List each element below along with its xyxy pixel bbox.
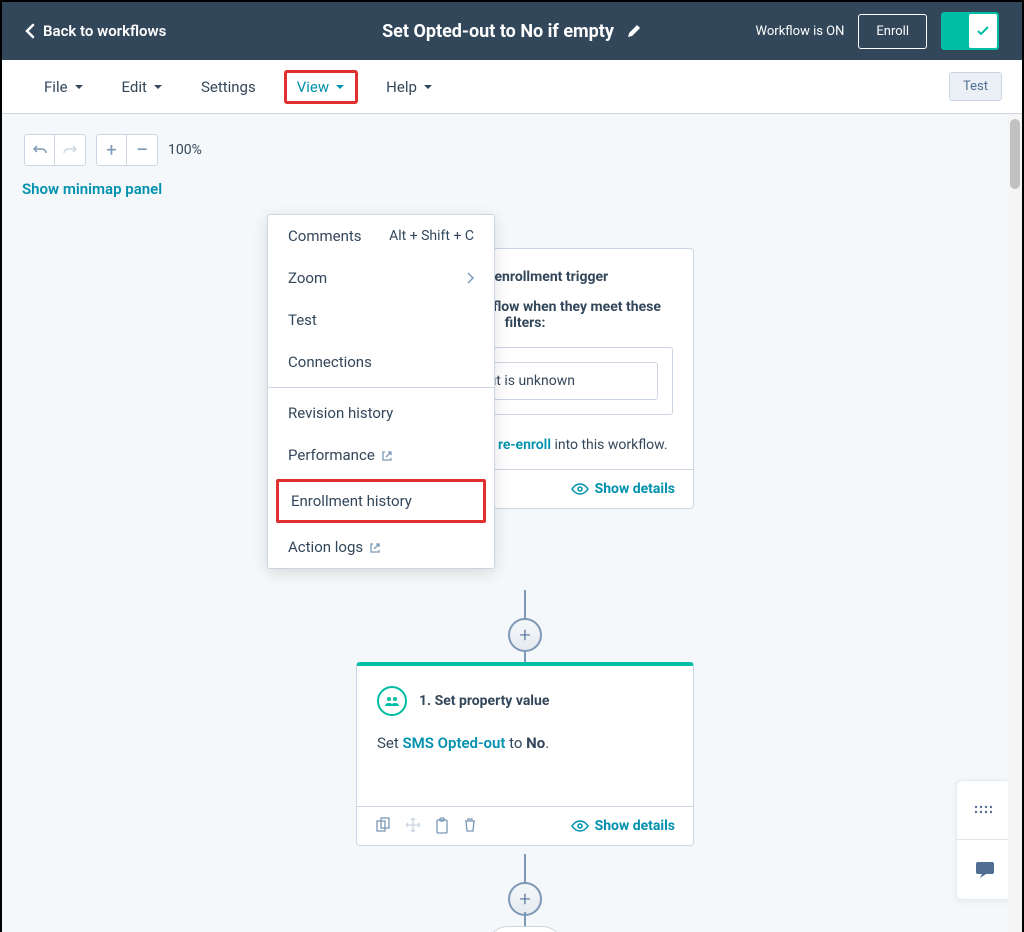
dropdown-comments[interactable]: Comments Alt + Shift + C [268, 215, 494, 257]
menu-settings-label: Settings [201, 78, 256, 96]
connector-line [524, 590, 526, 620]
canvas-toolbar: + − 100% [24, 134, 202, 166]
dropdown-comments-label: Comments [288, 227, 362, 245]
dropdown-enrollment-label: Enrollment history [291, 492, 412, 510]
view-dropdown: Comments Alt + Shift + C Zoom Test Connec… [267, 214, 495, 569]
external-link-icon [381, 450, 393, 462]
workflow-status: Workflow is ON [756, 24, 845, 39]
workflow-canvas[interactable]: + − 100% Show minimap panel Comments Alt … [2, 114, 1022, 932]
connector-line [524, 912, 526, 926]
chevron-down-icon [423, 84, 433, 90]
undo-icon [33, 143, 47, 157]
dropdown-test[interactable]: Test [268, 299, 494, 341]
header-right: Workflow is ON Enroll [756, 12, 999, 50]
add-step-button[interactable]: + [508, 882, 542, 916]
dropdown-zoom-label: Zoom [288, 269, 327, 287]
dropdown-performance-label: Performance [288, 446, 375, 464]
chevron-down-icon [153, 84, 163, 90]
chevron-down-icon [335, 84, 345, 90]
workflow-title[interactable]: Set Opted-out to No if empty [382, 21, 614, 42]
end-node: END [486, 926, 564, 932]
trash-icon[interactable] [463, 817, 477, 833]
zoom-level: 100% [168, 142, 202, 158]
dropdown-zoom[interactable]: Zoom [268, 257, 494, 299]
dropdown-comments-shortcut: Alt + Shift + C [389, 228, 474, 244]
add-step-button[interactable]: + [508, 618, 542, 652]
dropdown-divider [268, 387, 494, 388]
top-header: Back to workflows Set Opted-out to No if… [2, 2, 1022, 60]
contacts-icon [377, 686, 407, 716]
zoom-in-button[interactable]: + [97, 135, 127, 165]
dropdown-action-logs-label: Action logs [288, 538, 363, 556]
trigger-show-details-label: Show details [595, 481, 675, 497]
trigger-show-details[interactable]: Show details [571, 481, 675, 497]
menu-view-label: View [297, 78, 329, 96]
eye-icon [571, 483, 589, 495]
property-value: No [526, 734, 545, 752]
dropdown-connections[interactable]: Connections [268, 341, 494, 383]
reenroll-link[interactable]: re-enroll [498, 437, 551, 453]
chevron-right-icon [467, 272, 474, 284]
menu-help-label: Help [386, 78, 417, 96]
test-button[interactable]: Test [949, 72, 1002, 101]
dropdown-action-logs[interactable]: Action logs [268, 526, 494, 568]
property-link[interactable]: SMS Opted-out [403, 734, 506, 752]
scrollbar-thumb[interactable] [1010, 119, 1020, 189]
vertical-scrollbar[interactable] [1008, 114, 1022, 932]
chevron-left-icon [25, 23, 35, 39]
external-link-icon [369, 542, 381, 554]
comment-icon [975, 861, 995, 879]
menu-file[interactable]: File [34, 71, 94, 103]
dropdown-revision-label: Revision history [288, 404, 393, 422]
back-to-workflows-button[interactable]: Back to workflows [25, 22, 166, 40]
comment-fab[interactable] [956, 840, 1014, 900]
dropdown-connections-label: Connections [288, 353, 372, 371]
show-minimap-link[interactable]: Show minimap panel [22, 180, 162, 198]
dropdown-enrollment-history[interactable]: Enrollment history [276, 479, 486, 523]
keyboard-fab[interactable] [956, 780, 1014, 840]
copy-icon[interactable] [375, 817, 391, 833]
zoom-out-button[interactable]: − [127, 135, 157, 165]
menu-edit[interactable]: Edit [112, 71, 173, 103]
dropdown-performance[interactable]: Performance [268, 434, 494, 476]
action-show-details[interactable]: Show details [571, 818, 675, 834]
redo-button[interactable] [55, 135, 85, 165]
undo-redo-group [24, 134, 86, 166]
action-body: Set SMS Opted-out to No. [377, 734, 673, 790]
eye-icon [571, 820, 589, 832]
pencil-icon[interactable] [626, 23, 642, 39]
dropdown-revision-history[interactable]: Revision history [268, 392, 494, 434]
menu-file-label: File [44, 78, 68, 96]
check-icon [975, 23, 991, 39]
enroll-button[interactable]: Enroll [858, 14, 927, 49]
back-label: Back to workflows [43, 22, 166, 40]
action-show-details-label: Show details [595, 818, 675, 834]
zoom-group: + − [96, 134, 158, 166]
action-title: 1. Set property value [419, 693, 549, 709]
save-button[interactable] [941, 12, 999, 50]
action-card-footer: Show details [357, 806, 693, 845]
undo-button[interactable] [25, 135, 55, 165]
menu-settings[interactable]: Settings [191, 71, 266, 103]
redo-icon [63, 143, 77, 157]
move-icon[interactable] [405, 817, 421, 833]
title-wrapper: Set Opted-out to No if empty [382, 21, 642, 42]
action-card[interactable]: 1. Set property value Set SMS Opted-out … [356, 662, 694, 846]
connector-line [524, 854, 526, 884]
menubar: File Edit Settings View Help Test [2, 60, 1022, 114]
clipboard-icon[interactable] [435, 817, 449, 835]
menu-view[interactable]: View [284, 70, 358, 104]
menu-edit-label: Edit [122, 78, 147, 96]
menu-help[interactable]: Help [376, 71, 443, 103]
dropdown-test-label: Test [288, 311, 317, 329]
chevron-down-icon [74, 84, 84, 90]
keyboard-icon [974, 805, 996, 815]
